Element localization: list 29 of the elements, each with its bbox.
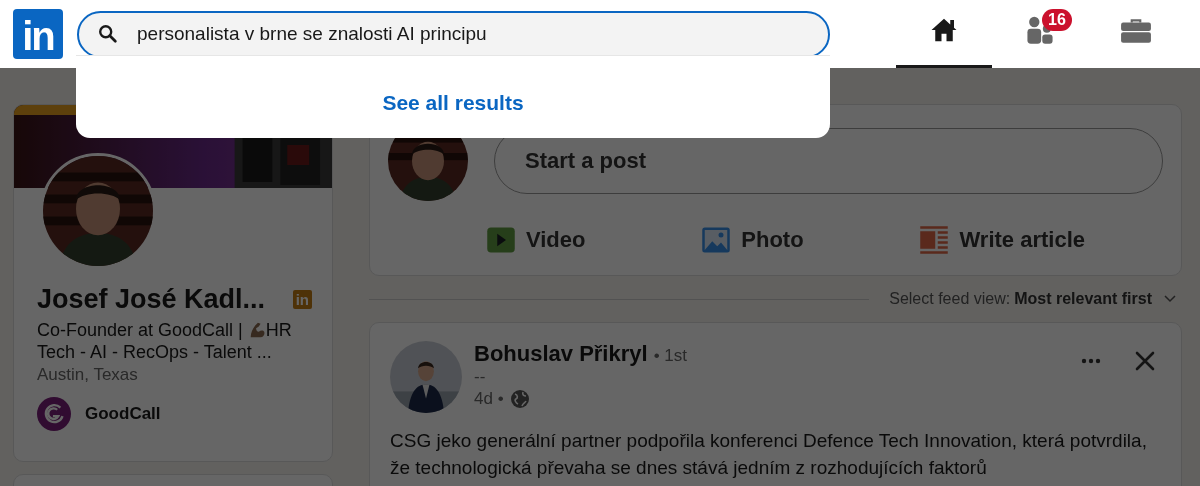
notification-badge: 16 — [1042, 9, 1072, 31]
chevron-down-icon — [1164, 295, 1176, 303]
video-button[interactable]: Video — [485, 225, 586, 255]
company-name[interactable]: GoodCall — [85, 404, 161, 424]
profile-name[interactable]: Josef José Kadl... — [37, 284, 266, 315]
company-logo-icon — [37, 397, 71, 431]
connection-degree: • 1st — [653, 346, 687, 366]
post-text: CSG jeko generální partner podpořila konferenci Defence Tech Innovation, která potvrdila, že technologická převaha se dnes stává jedním z rozhodujících faktorů — [390, 429, 1148, 480]
headline-text: Co-Founder at GoodCall | — [37, 319, 243, 341]
premium-badge: in — [292, 290, 312, 309]
globe-icon — [509, 389, 530, 409]
post-age: 4d • — [474, 389, 504, 409]
author-name[interactable]: Bohuslav Přikryl — [474, 341, 648, 367]
article-button[interactable]: Write article — [919, 225, 1086, 255]
headline-text: Tech - AI - RecOps - Talent ... — [37, 341, 273, 363]
article-icon — [919, 225, 950, 255]
search-field[interactable]: personalista v brne se znalosti AI principu — [77, 10, 830, 58]
headline-text: HR — [265, 319, 292, 341]
logo[interactable]: in — [13, 9, 63, 59]
image-icon — [701, 225, 732, 255]
feed-sort-dropdown[interactable]: Select feed view: Most relevant first — [889, 290, 1182, 308]
photo-button[interactable]: Photo — [701, 225, 804, 255]
author-subtitle: -- — [474, 367, 487, 387]
more-options-icon[interactable] — [1081, 358, 1101, 364]
close-icon[interactable] — [1135, 351, 1155, 371]
network-tab[interactable]: 16 — [992, 0, 1088, 68]
location-text: Austin, Texas — [37, 365, 139, 385]
play-icon — [485, 225, 516, 255]
see-all-results-link[interactable]: See all results — [382, 91, 524, 115]
